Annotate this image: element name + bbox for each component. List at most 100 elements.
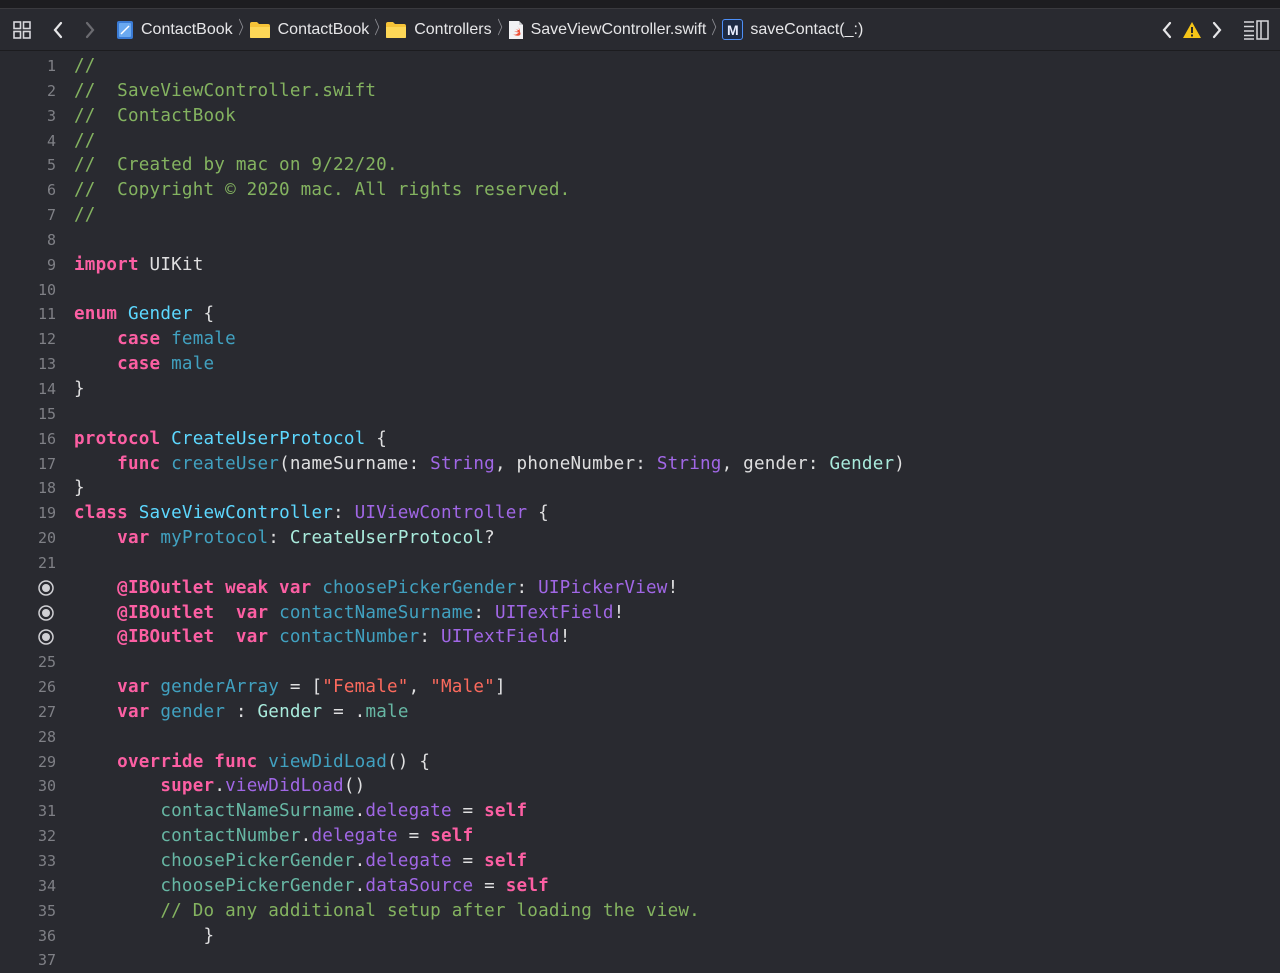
breadcrumb-item-1[interactable]: ContactBook — [249, 20, 370, 39]
code-line[interactable]: 9 import UIKit — [0, 253, 1280, 278]
jump-bar: ContactBook ContactBook Controllers SaveVie… — [0, 9, 1280, 51]
line-number: 32 — [37, 827, 56, 846]
code-line[interactable]: 36 } — [0, 924, 1280, 949]
code-line[interactable]: 25 — [0, 650, 1280, 675]
code-line[interactable]: 12 case female — [0, 327, 1280, 352]
code-line[interactable]: 16 protocol CreateUserProtocol { — [0, 427, 1280, 452]
line-number: 3 — [46, 106, 56, 125]
code-line[interactable]: 19 class SaveViewController: UIViewContro… — [0, 501, 1280, 526]
code-text: } — [74, 476, 85, 501]
code-line[interactable]: 2 // SaveViewController.swift — [0, 79, 1280, 104]
breadcrumb-item-4[interactable]: MsaveContact(_:) — [722, 19, 863, 40]
code-token: protocol — [74, 428, 161, 449]
breadcrumb-item-0[interactable]: ContactBook — [116, 20, 233, 40]
code-token: Gender — [127, 304, 193, 325]
code-line[interactable]: 20 var myProtocol: CreateUserProtocol? — [0, 526, 1280, 551]
code-line[interactable]: 18} — [0, 476, 1280, 501]
line-number: 11 — [37, 305, 56, 324]
line-number: 33 — [37, 852, 56, 870]
code-line[interactable]: 15 — [0, 402, 1280, 427]
breadcrumb-item-3[interactable]: SaveViewController.swift — [508, 20, 706, 40]
code-line[interactable]: 33 choosePickerGender.delegate = self — [0, 849, 1280, 874]
code-token: male — [171, 354, 215, 375]
code-token: var — [117, 528, 150, 549]
code-token: { — [192, 304, 215, 325]
code-token: UITextField — [441, 627, 560, 648]
code-line[interactable]: @IBOutlet weak var choosePickerGender: U… — [0, 576, 1280, 601]
code-line[interactable]: 21 — [0, 551, 1280, 576]
code-token: choosePickerGender — [322, 577, 517, 598]
code-token: contactNumber — [279, 627, 420, 648]
warning-icon[interactable] — [1182, 16, 1202, 44]
code-line[interactable]: 14} — [0, 377, 1280, 402]
code-line[interactable]: 32 contactNumber.delegate = self — [0, 824, 1280, 849]
code-line[interactable]: 27 var gender : Gender = .male — [0, 700, 1280, 725]
code-line[interactable]: 1 // — [0, 54, 1280, 79]
code-token: case — [117, 354, 161, 375]
source-editor[interactable]: 1 // 2 // SaveViewController.swift 3 // Conta… — [0, 51, 1280, 973]
code-token: delegate — [311, 826, 398, 847]
forward-chevron-icon[interactable] — [76, 16, 104, 44]
code-line[interactable]: 30 super.viewDidLoad() — [0, 774, 1280, 799]
breadcrumb-separator — [712, 17, 717, 42]
code-token: UIKit — [138, 254, 204, 275]
next-issue-chevron-icon[interactable] — [1208, 16, 1226, 44]
code-line[interactable]: 28 — [0, 725, 1280, 750]
code-token: super — [160, 776, 215, 797]
code-line[interactable]: 11 enum Gender { — [0, 302, 1280, 327]
code-token: : — [268, 528, 290, 549]
line-number: 27 — [37, 702, 56, 721]
code-line[interactable]: 34 choosePickerGender.dataSource = self — [0, 874, 1280, 899]
code-line[interactable]: 31 contactNameSurname.delegate = self — [0, 799, 1280, 824]
line-number: 5 — [46, 156, 56, 175]
code-token: createUser — [171, 453, 280, 474]
code-token: choosePickerGender — [160, 851, 355, 871]
code-line[interactable]: 35 // Do any additional setup after load… — [0, 899, 1280, 924]
code-line[interactable]: 3 // ContactBook — [0, 104, 1280, 129]
line-number: 31 — [37, 802, 56, 821]
code-line[interactable]: 5 // Created by mac on 9/22/20. — [0, 153, 1280, 178]
code-token: = [ — [279, 677, 323, 698]
code-line[interactable]: @IBOutlet var contactNameSurname: UIText… — [0, 601, 1280, 626]
related-items-grid-icon[interactable] — [8, 16, 36, 44]
code-line[interactable]: 10 — [0, 278, 1280, 303]
breadcrumb-separator — [497, 17, 502, 42]
code-line[interactable]: 29 override func viewDidLoad() { — [0, 750, 1280, 775]
line-number: 16 — [37, 429, 56, 448]
code-token: . — [354, 801, 366, 822]
code-token: myProtocol — [160, 528, 269, 549]
line-number: 34 — [37, 876, 56, 895]
code-token: () — [343, 776, 366, 797]
code-token: gender — [160, 701, 226, 722]
breadcrumb-separator — [238, 17, 243, 42]
code-line[interactable]: 8 — [0, 228, 1280, 253]
code-token: enum — [74, 304, 118, 325]
outlet-connection-icon[interactable] — [38, 579, 54, 596]
code-line[interactable]: 26 var genderArray = ["Female", "Male"] — [0, 675, 1280, 700]
code-line[interactable]: 17 func createUser(nameSurname: String, … — [0, 452, 1280, 477]
code-token: var — [235, 602, 269, 623]
line-number: 9 — [46, 255, 56, 274]
previous-issue-chevron-icon[interactable] — [1158, 16, 1176, 44]
code-token: } — [74, 925, 215, 946]
line-number: 4 — [46, 131, 56, 150]
code-line[interactable]: 37 — [0, 948, 1280, 973]
outlet-connection-icon[interactable] — [38, 629, 54, 646]
code-token: . — [300, 826, 312, 847]
code-token: // Created by mac on 9/22/20. — [74, 155, 398, 176]
code-line[interactable]: @IBOutlet var contactNumber: UITextField… — [0, 625, 1280, 650]
code-line[interactable]: 4 // — [0, 129, 1280, 154]
code-line[interactable]: 7 // — [0, 203, 1280, 228]
editor-options-icon[interactable] — [1242, 16, 1270, 44]
code-line[interactable]: 13 case male — [0, 352, 1280, 377]
back-chevron-icon[interactable] — [44, 16, 72, 44]
breadcrumb-item-2[interactable]: Controllers — [385, 21, 492, 39]
code-text: var gender : Gender = .male — [74, 700, 409, 725]
code-text: } — [74, 924, 215, 949]
outlet-connection-icon[interactable] — [38, 604, 54, 621]
breadcrumb-label: ContactBook — [277, 20, 370, 38]
code-line[interactable]: 6 // Copyright © 2020 mac. All rights res… — [0, 178, 1280, 203]
